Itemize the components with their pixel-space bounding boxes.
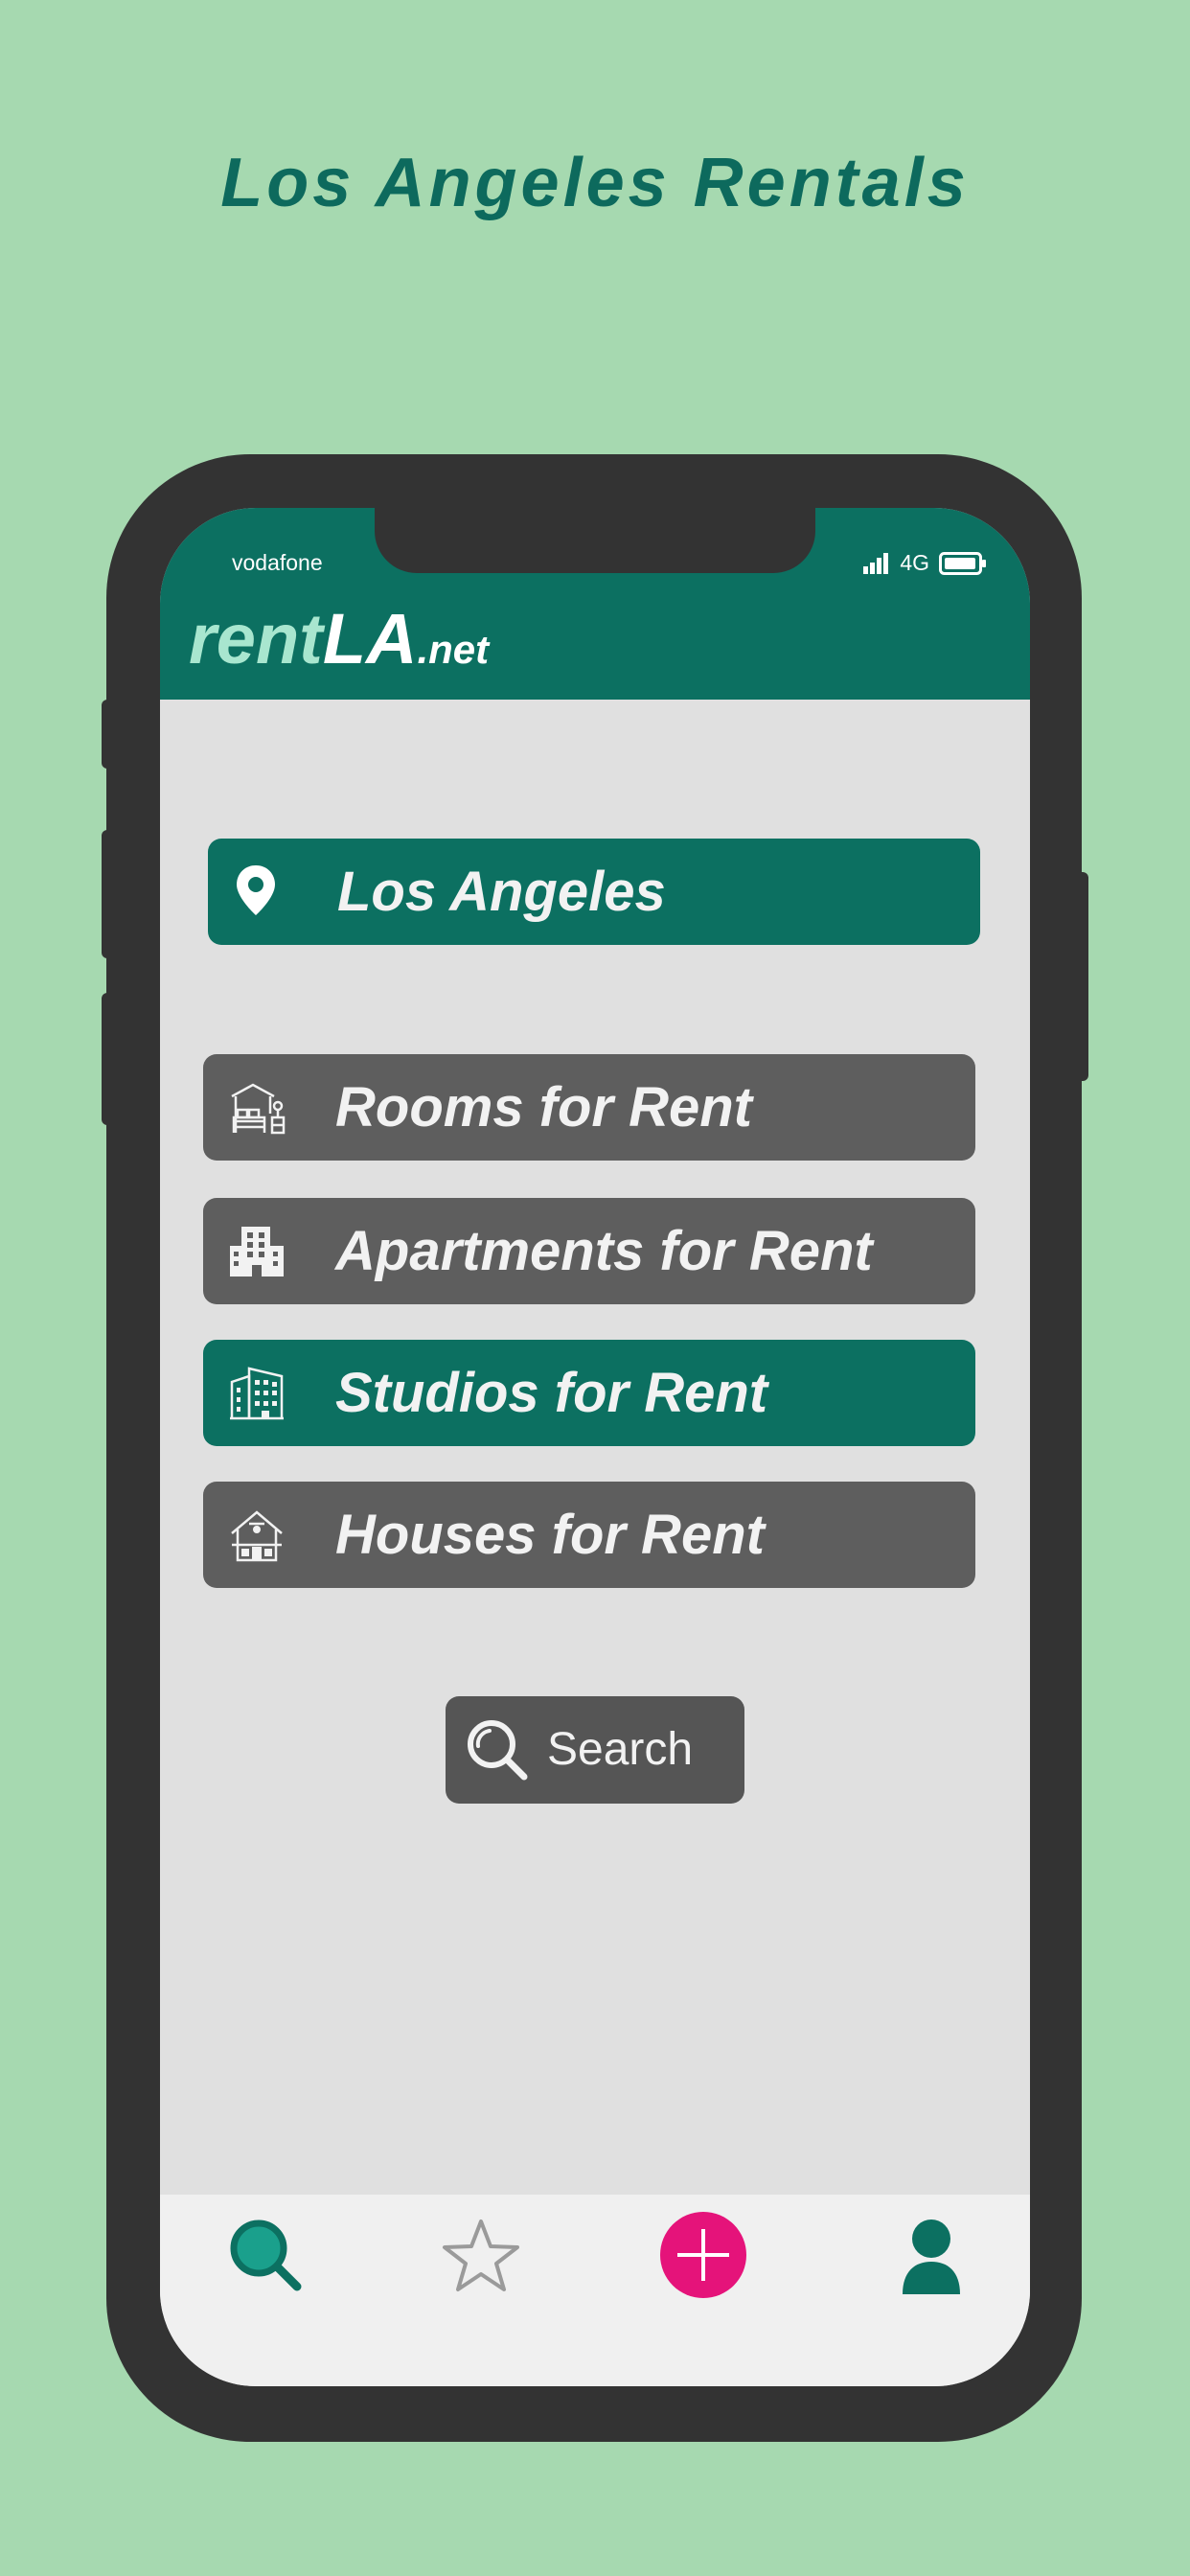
carrier-name: vodafone [232,550,323,575]
tab-favorites[interactable] [438,2212,524,2298]
app-header: vodafone 4G rentLA.net [160,508,1030,700]
category-studios-button[interactable]: Studios for Rent [203,1340,975,1446]
category-houses-button[interactable]: Houses for Rent [203,1482,975,1588]
location-label: Los Angeles [337,861,666,923]
phone-notch [375,508,815,573]
bedroom-icon [231,1083,286,1135]
location-selector-button[interactable]: Los Angeles [208,839,980,945]
category-studios-label: Studios for Rent [335,1362,768,1424]
app-logo[interactable]: rentLA.net [189,604,489,675]
house-icon [231,1510,283,1562]
category-rooms-button[interactable]: Rooms for Rent [203,1054,975,1161]
status-indicators: 4G [863,550,987,576]
star-icon [443,2220,519,2291]
category-rooms-label: Rooms for Rent [335,1076,752,1138]
apartment-building-icon [230,1227,284,1276]
page-headline: Los Angeles Rentals [220,145,970,221]
app-screen: vodafone 4G rentLA.net Los Angeles Rooms… [160,508,1030,2386]
location-pin-icon [237,865,275,915]
logo-net: .net [417,627,490,672]
tab-add[interactable] [660,2212,746,2298]
search-button-label: Search [547,1724,694,1775]
category-apartments-label: Apartments for Rent [335,1220,873,1282]
search-button[interactable]: Search [446,1696,744,1804]
category-houses-label: Houses for Rent [335,1504,765,1566]
user-icon [903,2220,960,2294]
logo-la: LA [322,599,418,678]
network-type: 4G [900,550,929,575]
plus-icon [660,2212,746,2298]
tab-search[interactable] [222,2212,309,2298]
search-icon [230,2220,302,2291]
search-icon [468,1720,528,1781]
studio-building-icon [230,1367,284,1420]
category-apartments-button[interactable]: Apartments for Rent [203,1198,975,1304]
signal-icon [863,552,889,574]
logo-rent: rent [189,599,323,678]
tab-profile[interactable] [888,2212,974,2298]
bottom-tab-bar [160,2195,1030,2386]
battery-icon [939,551,986,575]
